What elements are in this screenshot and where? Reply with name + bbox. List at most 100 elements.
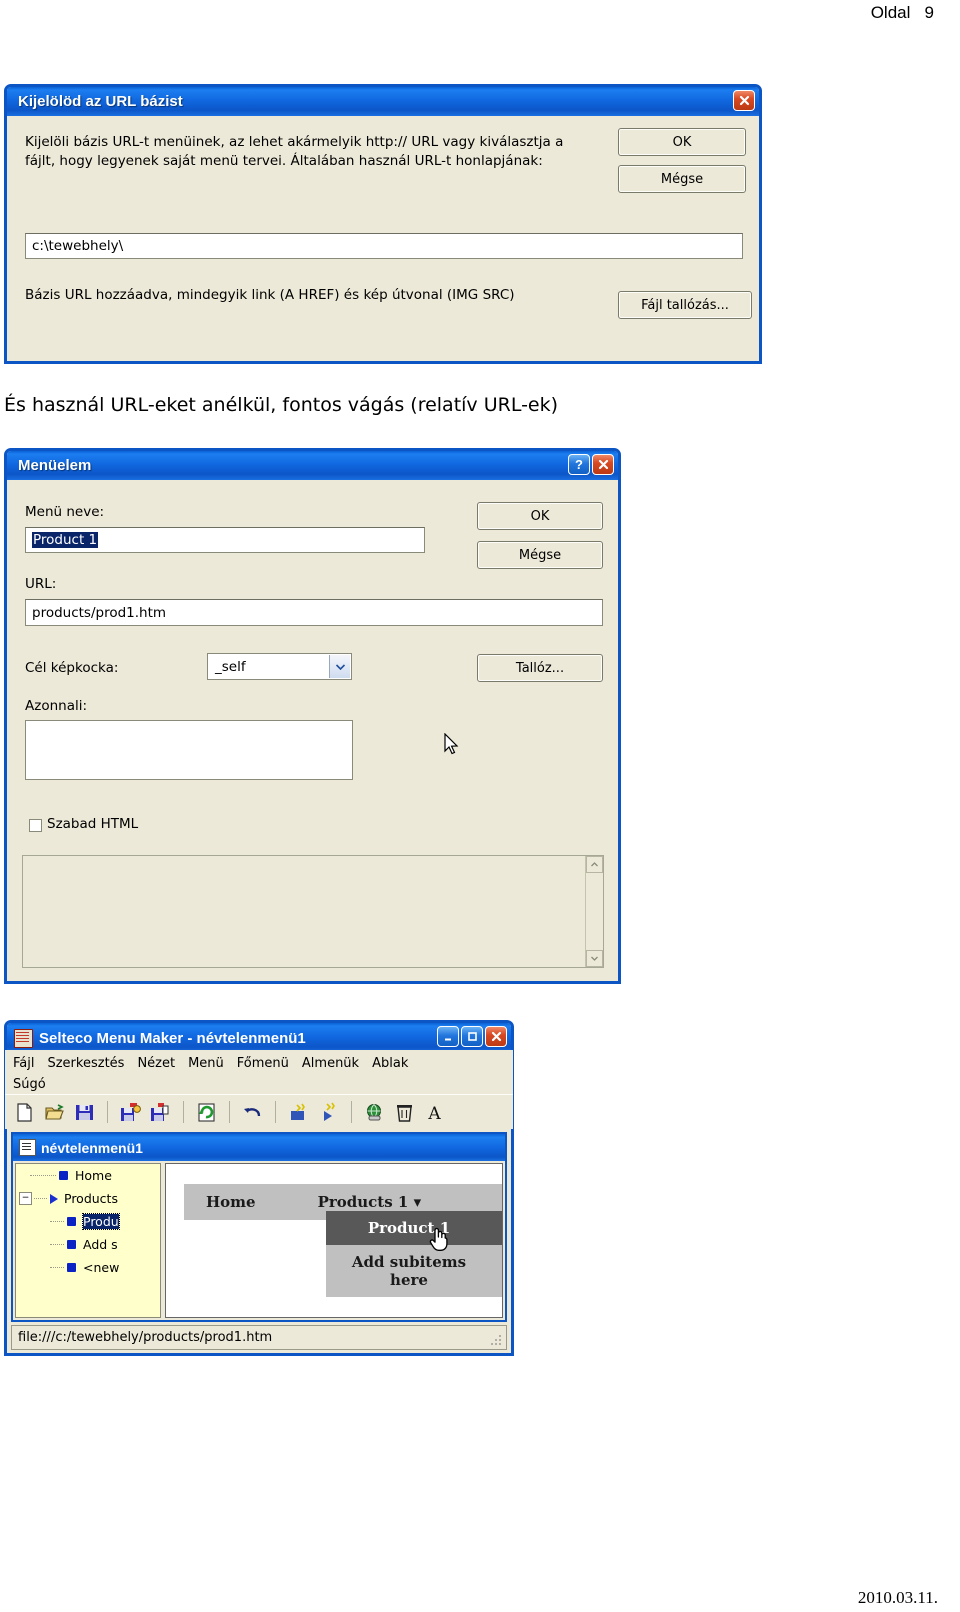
target-frame-select[interactable]: _self bbox=[207, 653, 352, 680]
titlebar-buttons[interactable] bbox=[733, 90, 755, 111]
collapse-icon[interactable]: − bbox=[19, 1192, 32, 1205]
tree-item-label: Home bbox=[75, 1168, 112, 1183]
tree-connector bbox=[34, 1197, 47, 1200]
cancel-button[interactable]: Mégse bbox=[477, 541, 603, 569]
tree-item-new[interactable]: <new bbox=[16, 1256, 160, 1279]
menu-fomenu[interactable]: Főmenü bbox=[237, 1056, 289, 1071]
browse-button[interactable]: Tallóz... bbox=[477, 654, 603, 682]
dialog-title: Kijelölöd az URL bázist bbox=[18, 93, 183, 110]
preview-dropdown-item-product-1[interactable]: Product 1 bbox=[326, 1211, 502, 1245]
add-subitem-icon[interactable] bbox=[318, 1102, 339, 1123]
base-url-input[interactable]: c:\tewebhely\ bbox=[25, 233, 743, 259]
status-bar: file:///c:/tewebhely/products/prod1.htm bbox=[11, 1325, 507, 1350]
undo-icon[interactable] bbox=[242, 1102, 263, 1123]
tree-connector bbox=[30, 1174, 56, 1177]
preview-item-home[interactable]: Home bbox=[184, 1193, 278, 1211]
tree-item-label: Products bbox=[64, 1191, 118, 1206]
app-menubar[interactable]: Fájl Szerkesztés Nézet Menü Főmenü Almen… bbox=[5, 1050, 513, 1094]
body-caption: És használ URL-eket anélkül, fontos vágá… bbox=[4, 394, 559, 416]
preview-dropdown-item-add-subitems[interactable]: Add subitems bbox=[326, 1245, 502, 1271]
new-document-icon[interactable] bbox=[14, 1102, 35, 1123]
app-toolbar[interactable]: A bbox=[5, 1094, 513, 1129]
dialog-titlebar[interactable]: Kijelölöd az URL bázist bbox=[7, 87, 759, 116]
preview-item-products[interactable]: Products 1 ▾ bbox=[278, 1193, 444, 1211]
preview-dropdown[interactable]: Product 1 Add subitems here bbox=[326, 1211, 502, 1297]
mdi-titlebar[interactable]: névtelenmenü1 bbox=[13, 1134, 505, 1161]
toolbar-separator bbox=[107, 1101, 108, 1123]
save-publish-icon[interactable] bbox=[120, 1102, 141, 1123]
tree-item-product-1[interactable]: Produ bbox=[16, 1210, 160, 1233]
menu-menu[interactable]: Menü bbox=[188, 1056, 224, 1071]
bullet-icon bbox=[67, 1240, 76, 1249]
help-icon[interactable]: ? bbox=[568, 454, 590, 475]
ok-button[interactable]: OK bbox=[477, 502, 603, 530]
menu-sugo[interactable]: Súgó bbox=[13, 1077, 46, 1092]
svg-text:A: A bbox=[427, 1104, 441, 1123]
menu-almenuk[interactable]: Almenük bbox=[302, 1056, 359, 1071]
maximize-icon[interactable] bbox=[461, 1026, 483, 1047]
page-footer: 2010.03.11. bbox=[0, 1580, 960, 1608]
tree-item-products[interactable]: − Products bbox=[16, 1187, 160, 1210]
free-html-label: Szabad HTML bbox=[47, 816, 139, 832]
delete-trash-icon[interactable] bbox=[394, 1102, 415, 1123]
tree-connector bbox=[50, 1266, 64, 1269]
menu-szerkesztes[interactable]: Szerkesztés bbox=[47, 1056, 124, 1071]
mdi-title: névtelenmenü1 bbox=[41, 1139, 143, 1156]
app-window-menu-maker[interactable]: Selteco Menu Maker - névtelenmenü1 Fájl … bbox=[4, 1020, 514, 1356]
menu-fajl[interactable]: Fájl bbox=[13, 1056, 34, 1071]
tooltip-textarea[interactable] bbox=[25, 720, 353, 780]
dialog-titlebar[interactable]: Menüelem ? bbox=[7, 451, 618, 480]
menubar-row-2[interactable]: Súgó bbox=[9, 1074, 509, 1095]
save-as-icon[interactable] bbox=[150, 1102, 171, 1123]
browse-file-button[interactable]: Fájl tallózás... bbox=[618, 291, 752, 319]
tree-item-label: <new bbox=[83, 1260, 120, 1275]
tree-connector bbox=[50, 1243, 64, 1246]
dialog-menu-item[interactable]: Menüelem ? Menü neve: Product 1 OK Mégse… bbox=[4, 448, 621, 984]
menu-ablak[interactable]: Ablak bbox=[372, 1056, 408, 1071]
free-html-checkbox[interactable] bbox=[29, 819, 42, 832]
dialog-base-url[interactable]: Kijelölöd az URL bázist Kijelöli bázis U… bbox=[4, 84, 762, 364]
menu-name-value: Product 1 bbox=[32, 532, 99, 548]
app-titlebar-buttons[interactable] bbox=[437, 1026, 507, 1047]
close-icon[interactable] bbox=[592, 454, 614, 475]
url-input[interactable]: products/prod1.htm bbox=[25, 599, 603, 626]
menu-tree[interactable]: Home − Products Produ Add s <new bbox=[15, 1163, 161, 1318]
menu-nezet[interactable]: Nézet bbox=[137, 1056, 175, 1071]
mouse-cursor-hand bbox=[429, 1227, 448, 1251]
app-logo-icon bbox=[14, 1028, 33, 1048]
page-number: Oldal 9 bbox=[870, 3, 934, 22]
mdi-child-window[interactable]: névtelenmenü1 Home − Products Produ Add … bbox=[11, 1132, 507, 1322]
menu-preview[interactable]: Home Products 1 ▾ Product 1 Add subitems… bbox=[165, 1163, 503, 1318]
add-item-icon[interactable] bbox=[288, 1102, 309, 1123]
toolbar-separator bbox=[351, 1101, 352, 1123]
dialog-description: Kijelöli bázis URL-t menüinek, az lehet … bbox=[25, 134, 564, 169]
minimize-icon[interactable] bbox=[437, 1026, 459, 1047]
bullet-icon bbox=[67, 1263, 76, 1272]
toolbar-separator bbox=[229, 1101, 230, 1123]
chevron-down-icon[interactable] bbox=[329, 655, 350, 678]
publish-web-icon[interactable] bbox=[364, 1102, 385, 1123]
preview-dropdown-item-here[interactable]: here bbox=[326, 1271, 502, 1297]
app-titlebar[interactable]: Selteco Menu Maker - névtelenmenü1 bbox=[7, 1023, 511, 1053]
vertical-scrollbar[interactable] bbox=[585, 856, 603, 967]
titlebar-buttons[interactable]: ? bbox=[568, 454, 614, 475]
target-frame-label: Cél képkocka: bbox=[25, 660, 119, 676]
tree-item-home[interactable]: Home bbox=[16, 1164, 160, 1187]
close-icon[interactable] bbox=[485, 1026, 507, 1047]
cancel-button[interactable]: Mégse bbox=[618, 165, 746, 193]
refresh-icon[interactable] bbox=[196, 1102, 217, 1123]
font-icon[interactable]: A bbox=[424, 1102, 445, 1124]
ok-button[interactable]: OK bbox=[618, 128, 746, 156]
menu-name-label: Menü neve: bbox=[25, 504, 105, 520]
tree-item-add-subitems[interactable]: Add s bbox=[16, 1233, 160, 1256]
document-icon bbox=[19, 1139, 36, 1156]
free-html-textarea[interactable] bbox=[22, 855, 604, 968]
scroll-up-icon[interactable] bbox=[586, 856, 603, 873]
menu-name-input[interactable]: Product 1 bbox=[25, 527, 425, 553]
menubar-row-1[interactable]: Fájl Szerkesztés Nézet Menü Főmenü Almen… bbox=[9, 1053, 509, 1074]
close-icon[interactable] bbox=[733, 90, 755, 111]
open-folder-icon[interactable] bbox=[44, 1102, 65, 1123]
resize-grip-icon[interactable] bbox=[490, 1334, 502, 1346]
save-disk-icon[interactable] bbox=[74, 1102, 95, 1123]
scroll-down-icon[interactable] bbox=[586, 950, 603, 967]
